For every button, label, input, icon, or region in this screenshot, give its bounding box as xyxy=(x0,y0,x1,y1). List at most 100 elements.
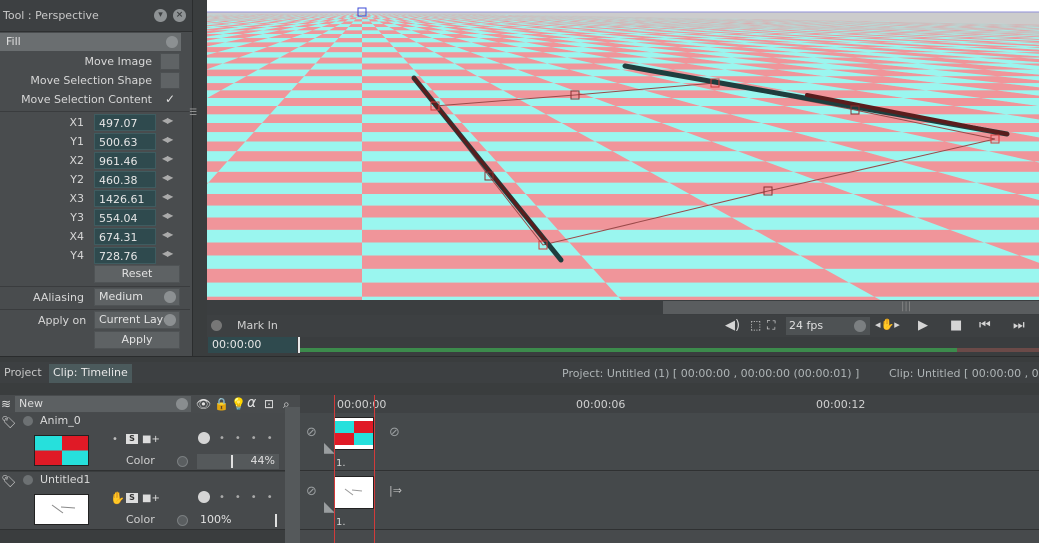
coord-y3-input[interactable]: 554.04 xyxy=(94,209,156,226)
frame-cursor[interactable] xyxy=(298,337,300,353)
splitter-handle-icon[interactable]: ☰ xyxy=(189,108,197,118)
coord-x4-input[interactable]: 674.31 xyxy=(94,228,156,245)
spinner-arrows-icon[interactable]: ◀▶ xyxy=(162,154,173,163)
hand-icon[interactable]: ◂✋▸ xyxy=(875,318,900,331)
reset-button[interactable]: Reset xyxy=(94,265,180,283)
tag-icon[interactable]: 🏷 xyxy=(1,415,16,429)
fit-icon[interactable]: ⬚ xyxy=(750,318,761,332)
timeline-grid[interactable]: 00:00:00 00:00:06 00:00:12 ⊘ ◣ ⊘ 1. ⊘ ◣ xyxy=(300,395,1039,543)
collapse-icon[interactable] xyxy=(23,416,33,426)
move-selection-shape-checkbox[interactable] xyxy=(160,72,180,89)
light-icon[interactable]: 💡 xyxy=(231,397,246,411)
frame-scrubber[interactable]: 00:00:00 xyxy=(207,337,1039,354)
opacity-slider[interactable]: 100% xyxy=(197,513,279,528)
apply-on-select[interactable]: Current Layer xyxy=(94,311,180,329)
cell-thumbnail[interactable] xyxy=(334,476,374,509)
checker-tile xyxy=(315,57,362,64)
playhead-start[interactable] xyxy=(334,395,335,543)
spinner-arrows-icon[interactable]: ◀▶ xyxy=(162,211,173,220)
layer-row-untitled1[interactable]: 🏷 Untitled1 ✋ S ■+ •••• Color 100% xyxy=(0,472,300,530)
spinner-arrows-icon[interactable]: ◀▶ xyxy=(162,173,173,182)
new-layer-select[interactable]: New xyxy=(15,396,191,412)
collapse-icon[interactable] xyxy=(23,475,33,485)
time-ruler[interactable]: 00:00:00 00:00:06 00:00:12 xyxy=(300,395,1039,413)
track-untitled1[interactable]: ⊘ ◣ |⇒ 1. xyxy=(300,472,1039,530)
volume-icon[interactable]: ◀) xyxy=(725,318,740,333)
lock-icon[interactable]: 🔒 xyxy=(214,397,229,411)
coord-y1-input[interactable]: 500.63 xyxy=(94,133,156,150)
opacity-handle[interactable] xyxy=(231,455,233,468)
checker-tile xyxy=(849,282,1039,297)
coord-x1-input[interactable]: 497.07 xyxy=(94,114,156,131)
spinner-arrows-icon[interactable]: ◀▶ xyxy=(162,230,173,239)
spinner-arrows-icon[interactable]: ◀▶ xyxy=(162,116,173,125)
hand-icon[interactable]: ✋ xyxy=(110,491,127,505)
layers-scrollbar[interactable] xyxy=(285,407,300,543)
coord-y4-input[interactable]: 728.76 xyxy=(94,247,156,264)
minus-icon[interactable] xyxy=(177,515,188,526)
track-anim-0[interactable]: ⊘ ◣ ⊘ 1. xyxy=(300,413,1039,471)
checker-tile xyxy=(362,57,409,64)
sync-icon[interactable]: S xyxy=(126,493,138,503)
coord-x3-input[interactable]: 1426.61 xyxy=(94,190,156,207)
tool-title-bar: Tool : Perspective ▾ × xyxy=(0,0,192,32)
opacity-slider[interactable]: 44% xyxy=(197,454,279,469)
coord-y2-input[interactable]: 460.38 xyxy=(94,171,156,188)
visibility-dot-icon[interactable] xyxy=(198,491,210,503)
checker-tile xyxy=(207,268,362,283)
rewind-icon[interactable]: ⏮ xyxy=(979,318,991,333)
spinner-arrows-icon[interactable]: ◀▶ xyxy=(162,135,173,144)
visibility-dot-icon[interactable] xyxy=(198,432,210,444)
coord-label: X3 xyxy=(69,192,84,205)
tab-project[interactable]: Project xyxy=(0,364,46,383)
fast-forward-icon[interactable]: ⏭ xyxy=(1013,318,1025,333)
checker-tile xyxy=(207,217,362,230)
play-icon[interactable]: ▶ xyxy=(918,318,928,333)
selection-icon[interactable]: ⊡ xyxy=(264,397,274,411)
sync-icon[interactable]: S xyxy=(126,434,138,444)
empty-cell-icon: ⊘ xyxy=(306,425,317,440)
stop-icon[interactable]: ■ xyxy=(950,318,962,333)
checker-tile xyxy=(269,105,362,115)
coord-label: Y4 xyxy=(70,249,84,262)
canvas-viewport[interactable] xyxy=(207,0,1039,300)
close-panel-icon[interactable]: × xyxy=(173,9,186,22)
layer-flag-dots[interactable]: •••• xyxy=(219,492,283,503)
mark-in-icon[interactable] xyxy=(211,320,222,331)
eye-icon[interactable]: 👁 xyxy=(196,397,211,411)
layers-stack-icon[interactable]: ≋ xyxy=(1,397,11,411)
tag-icon[interactable]: 🏷 xyxy=(1,474,16,488)
opacity-handle[interactable] xyxy=(275,514,277,527)
checker-tile xyxy=(581,255,825,269)
fps-select[interactable]: 24 fps xyxy=(786,317,870,335)
perspective-canvas[interactable] xyxy=(207,0,1039,300)
coord-x2-input[interactable]: 961.46 xyxy=(94,152,156,169)
add-frame-icon[interactable]: ■+ xyxy=(142,493,160,504)
layer-flag-dots[interactable]: •••• xyxy=(219,433,283,444)
aaliasing-select[interactable]: Medium xyxy=(94,288,180,306)
apply-button[interactable]: Apply xyxy=(94,331,180,349)
alpha-icon[interactable]: α xyxy=(247,395,256,411)
current-time-input[interactable]: 00:00:00 xyxy=(208,337,297,353)
collapse-panel-icon[interactable]: ▾ xyxy=(154,9,167,22)
frame-range-track[interactable] xyxy=(299,348,957,352)
empty-cell-icon: ⊘ xyxy=(389,425,400,440)
checker-tile xyxy=(207,194,362,206)
add-frame-icon[interactable]: ■+ xyxy=(142,434,160,445)
tab-clip-timeline[interactable]: Clip: Timeline xyxy=(49,364,132,383)
minus-icon[interactable] xyxy=(177,456,188,467)
spinner-arrows-icon[interactable]: ◀▶ xyxy=(162,192,173,201)
move-selection-content-checkbox[interactable]: ✓ xyxy=(160,91,180,108)
fill-mode-select[interactable]: Fill xyxy=(0,33,181,51)
layer-row-anim-0[interactable]: 🏷 Anim_0 • S ■+ •••• Color 44% xyxy=(0,413,300,471)
scrollbar-thumb[interactable] xyxy=(663,301,1039,314)
fullscreen-icon[interactable]: ⛶ xyxy=(767,318,775,333)
extend-cell-icon[interactable]: |⇒ xyxy=(389,484,402,497)
cell-thumbnail[interactable] xyxy=(334,417,374,450)
checker-tile xyxy=(207,114,270,124)
checker-tile xyxy=(320,52,362,58)
playhead-end[interactable] xyxy=(374,395,375,543)
move-image-checkbox[interactable] xyxy=(160,53,180,70)
viewport-horizontal-scrollbar[interactable]: ||| xyxy=(207,300,1039,315)
spinner-arrows-icon[interactable]: ◀▶ xyxy=(162,249,173,258)
